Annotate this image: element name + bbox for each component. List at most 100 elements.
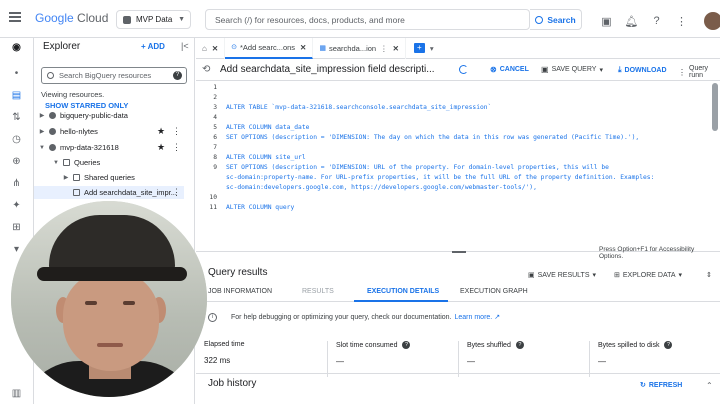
pin-icon[interactable]: •	[10, 68, 23, 79]
search-button[interactable]: Search	[530, 9, 582, 30]
results-tabs: JOB INFORMATION RESULTS EXECUTION DETAIL…	[196, 284, 720, 302]
sql-workspace-icon[interactable]: ▤	[10, 90, 23, 101]
expand-icon[interactable]: ▶	[38, 112, 46, 119]
new-tab-icon[interactable]: +	[413, 43, 425, 53]
collapse-icon[interactable]: ▼	[52, 160, 60, 166]
tab-execution-graph[interactable]: EXECUTION GRAPH	[460, 288, 528, 295]
collapse-icon[interactable]: ▼	[38, 145, 46, 151]
scheduled-queries-icon[interactable]: ◷	[10, 134, 23, 145]
explore-data-button[interactable]: ⊞ EXPLORE DATA ▾	[614, 271, 683, 280]
chevron-down-icon: ▼	[178, 16, 185, 23]
query-running-button[interactable]: ⋮ Query runn	[678, 65, 720, 79]
viewing-resources-text: Viewing resources.	[41, 90, 105, 99]
star-icon[interactable]: ★	[157, 126, 165, 137]
tree-item-queries[interactable]: ▼ Queries	[34, 156, 184, 169]
more-vert-icon[interactable]: ⋮	[172, 126, 181, 137]
tab-job-information[interactable]: JOB INFORMATION	[208, 288, 272, 295]
close-icon[interactable]: ✕	[212, 44, 218, 53]
cancel-button[interactable]: ⊗ CANCEL	[490, 65, 529, 74]
add-data-button[interactable]: + ADD	[141, 42, 165, 51]
stat-value: —	[467, 357, 475, 366]
bigquery-console: Google Cloud MVP Data ▼ Search (/) for r…	[0, 0, 720, 404]
google-cloud-logo[interactable]: Google Cloud	[35, 11, 108, 25]
menu-icon[interactable]	[9, 12, 21, 22]
help-icon[interactable]: ?	[515, 341, 524, 349]
editor-tab-strip: ⌂ ✕ ⊙ *Add searc...ons ✕ ▦ searchda...io…	[196, 37, 720, 59]
help-icon[interactable]: ?	[664, 341, 673, 349]
tree-item-shared-queries[interactable]: ▶ Shared queries	[34, 171, 184, 184]
line-number: 1	[213, 84, 217, 91]
top-bar: Google Cloud MVP Data ▼ Search (/) for r…	[0, 0, 720, 38]
info-text: For help debugging or optimizing your qu…	[231, 313, 452, 321]
collapse-panel-icon[interactable]: |<	[181, 41, 189, 51]
expand-less-icon[interactable]: ⌃	[706, 381, 713, 390]
star-icon[interactable]: ★	[157, 142, 165, 153]
notifications-icon[interactable]: 🔔︎	[625, 15, 639, 28]
expand-results-icon[interactable]: ⇕	[706, 271, 712, 279]
more-vert-icon[interactable]: ⋮	[172, 142, 181, 153]
more-vert-icon[interactable]: ⋮	[172, 187, 181, 198]
home-tab[interactable]: ⌂ ✕	[196, 37, 226, 59]
chevron-down-icon: ▾	[599, 66, 603, 74]
search-input[interactable]: Search (/) for resources, docs, products…	[205, 9, 530, 30]
table-tab-icon: ▦	[319, 45, 326, 52]
explore-icon: ⊞	[614, 272, 620, 279]
cloud-shell-icon[interactable]: ▣	[600, 15, 613, 28]
explorer-search-placeholder: Search BigQuery resources	[59, 71, 152, 80]
stat-label-row: Bytes shuffled ?	[467, 341, 586, 349]
stat-value: —	[598, 357, 606, 366]
editor-scrollbar[interactable]	[712, 83, 718, 131]
tree-item-saved-query[interactable]: Add searchdata_site_impr... ⋮	[34, 186, 184, 199]
search-button-label: Search	[547, 14, 576, 25]
query-running-label: Query runn	[689, 65, 709, 79]
save-results-button[interactable]: ▣ SAVE RESULTS ▾	[528, 271, 596, 280]
avatar[interactable]	[704, 12, 720, 30]
stat-label-row: Slot time consumed ?	[336, 341, 455, 349]
more-vert-icon[interactable]: ⋮	[675, 15, 688, 28]
tree-item-hello-nlytes[interactable]: ▶ hello-nlytes ★ ⋮	[34, 125, 184, 138]
more-vert-icon[interactable]: ⋮	[380, 44, 388, 53]
close-icon[interactable]: ✕	[300, 43, 306, 52]
back-arrow-icon[interactable]: ⟲	[202, 64, 210, 75]
chevron-down-icon: ▾	[678, 272, 683, 279]
resize-handle[interactable]	[452, 251, 466, 253]
schedule-icon: ⋮	[678, 67, 686, 77]
query-title[interactable]: Add searchdata_site_impression field des…	[220, 64, 435, 75]
tree-item-bigquery-public-data[interactable]: ▶ bigquery-public-data	[34, 109, 184, 122]
transfers-icon[interactable]: ⇅	[10, 112, 23, 123]
project-label: MVP Data	[136, 15, 173, 24]
execution-stats: Elapsed time 322 ms Slot time consumed ?…	[196, 341, 720, 377]
help-icon[interactable]: ?	[402, 341, 411, 349]
home-icon: ⌂	[202, 43, 207, 53]
project-picker[interactable]: MVP Data ▼	[116, 10, 191, 29]
pin-icon	[49, 112, 56, 119]
shared-queries-icon	[73, 174, 80, 181]
tab-searchdata[interactable]: ▦ searchda...ion ⋮ ✕	[313, 37, 406, 59]
sql-editor[interactable]: 1 2 3 4 5 6 7 8 9 10 11 ALTER TABLE `mvp…	[196, 80, 720, 252]
download-button[interactable]: ⤓ DOWNLOAD	[618, 65, 667, 75]
learn-more-link[interactable]: Learn more.	[455, 314, 493, 321]
expand-icon[interactable]: ▶	[38, 128, 46, 135]
bigquery-icon[interactable]: ◉	[10, 42, 23, 53]
active-tab-indicator	[354, 300, 448, 302]
expand-icon[interactable]: ▶	[62, 174, 70, 181]
refresh-button[interactable]: ↻ REFRESH	[640, 381, 682, 390]
stat-bytes-shuffled: Bytes shuffled ? —	[458, 341, 586, 377]
save-query-button[interactable]: ▣ SAVE QUERY ▾	[541, 65, 603, 74]
tab-execution-details[interactable]: EXECUTION DETAILS	[367, 288, 439, 295]
close-icon[interactable]: ✕	[393, 44, 399, 53]
line-number: 4	[213, 114, 217, 121]
help-icon[interactable]: ?	[650, 15, 663, 28]
explorer-search-input[interactable]: Search BigQuery resources ?	[41, 67, 187, 84]
code-line: sc-domain:developers.google.com, https:/…	[226, 184, 537, 191]
analytics-hub-icon[interactable]: ⊕	[10, 156, 23, 167]
dataform-icon[interactable]: ⋔	[10, 178, 23, 189]
stat-label-row: Bytes spilled to disk ?	[598, 341, 717, 349]
webcam-face	[63, 271, 159, 371]
help-icon[interactable]: ?	[173, 71, 182, 80]
search-placeholder: Search (/) for resources, docs, products…	[215, 14, 405, 25]
tree-item-mvp-data[interactable]: ▼ mvp-data-321618 ★ ⋮	[34, 141, 184, 154]
tab-add-search-descriptions[interactable]: ⊙ *Add searc...ons ✕	[225, 37, 314, 59]
chevron-down-icon[interactable]: ▾	[430, 44, 434, 53]
tab-results[interactable]: RESULTS	[302, 288, 334, 295]
